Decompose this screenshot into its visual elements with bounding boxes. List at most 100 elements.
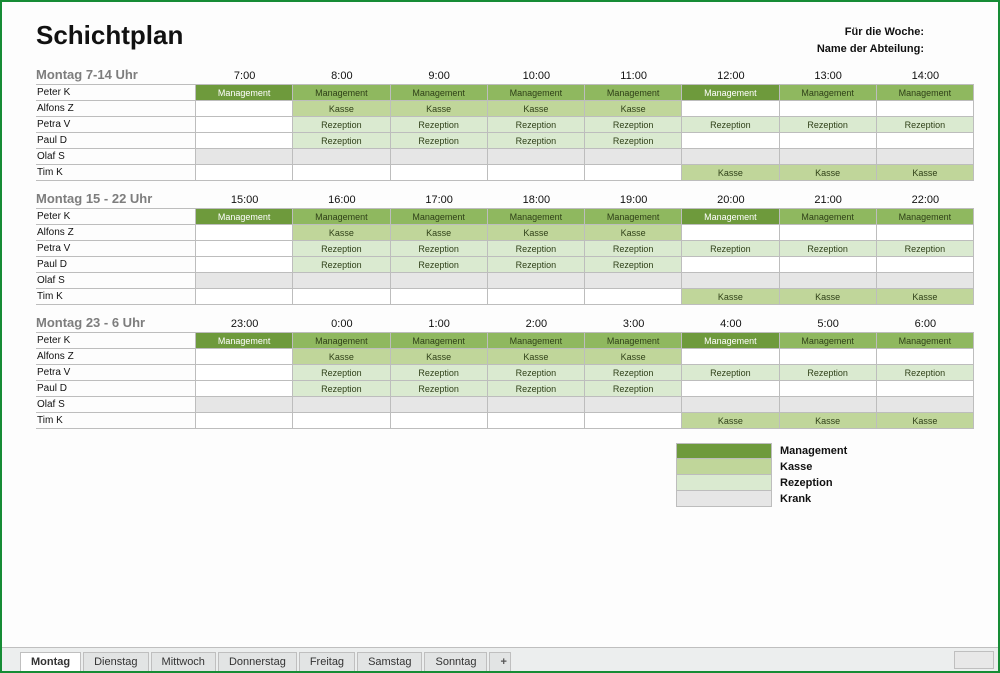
horizontal-scroll[interactable] (954, 651, 994, 669)
shift-cell[interactable]: Rezeption (877, 365, 974, 381)
shift-cell[interactable] (780, 273, 877, 289)
shift-cell[interactable] (488, 289, 585, 305)
shift-cell[interactable]: Kasse (780, 289, 877, 305)
shift-cell[interactable]: Management (488, 333, 585, 349)
sheet-tab-dienstag[interactable]: Dienstag (83, 652, 148, 671)
shift-cell[interactable] (780, 133, 877, 149)
sheet-tab-samstag[interactable]: Samstag (357, 652, 422, 671)
shift-cell[interactable] (877, 225, 974, 241)
shift-cell[interactable]: Management (196, 209, 293, 225)
shift-cell[interactable]: Kasse (293, 225, 390, 241)
shift-cell[interactable]: Rezeption (585, 381, 682, 397)
shift-cell[interactable]: Management (293, 333, 390, 349)
shift-cell[interactable]: Kasse (585, 101, 682, 117)
shift-cell[interactable]: Rezeption (391, 381, 488, 397)
shift-cell[interactable]: Kasse (877, 165, 974, 181)
shift-cell[interactable] (682, 381, 779, 397)
shift-cell[interactable]: Kasse (293, 101, 390, 117)
shift-cell[interactable] (196, 149, 293, 165)
shift-cell[interactable]: Management (196, 333, 293, 349)
shift-cell[interactable] (682, 149, 779, 165)
shift-cell[interactable] (196, 101, 293, 117)
shift-cell[interactable]: Management (682, 85, 779, 101)
shift-cell[interactable] (196, 241, 293, 257)
shift-cell[interactable] (196, 381, 293, 397)
shift-cell[interactable] (780, 381, 877, 397)
shift-cell[interactable]: Kasse (391, 225, 488, 241)
shift-cell[interactable] (196, 289, 293, 305)
shift-cell[interactable] (682, 257, 779, 273)
shift-cell[interactable] (682, 101, 779, 117)
shift-cell[interactable] (391, 273, 488, 289)
shift-cell[interactable]: Kasse (682, 289, 779, 305)
shift-cell[interactable] (877, 101, 974, 117)
shift-cell[interactable]: Management (780, 85, 877, 101)
shift-cell[interactable] (780, 397, 877, 413)
shift-cell[interactable]: Management (780, 209, 877, 225)
shift-cell[interactable] (391, 165, 488, 181)
shift-cell[interactable] (293, 273, 390, 289)
shift-cell[interactable]: Kasse (293, 349, 390, 365)
shift-cell[interactable]: Management (585, 209, 682, 225)
shift-cell[interactable] (196, 165, 293, 181)
shift-cell[interactable]: Rezeption (682, 241, 779, 257)
shift-cell[interactable]: Management (391, 85, 488, 101)
shift-cell[interactable]: Rezeption (488, 241, 585, 257)
shift-cell[interactable]: Rezeption (293, 241, 390, 257)
shift-cell[interactable]: Kasse (391, 101, 488, 117)
shift-cell[interactable]: Management (293, 209, 390, 225)
shift-cell[interactable]: Management (585, 85, 682, 101)
shift-cell[interactable] (877, 381, 974, 397)
shift-cell[interactable] (585, 289, 682, 305)
shift-cell[interactable] (196, 365, 293, 381)
shift-cell[interactable]: Kasse (877, 413, 974, 429)
shift-cell[interactable] (780, 101, 877, 117)
sheet-tab-mittwoch[interactable]: Mittwoch (151, 652, 216, 671)
shift-cell[interactable] (196, 349, 293, 365)
shift-cell[interactable]: Management (196, 85, 293, 101)
shift-cell[interactable]: Rezeption (488, 133, 585, 149)
shift-cell[interactable]: Rezeption (682, 117, 779, 133)
shift-cell[interactable]: Management (488, 85, 585, 101)
shift-cell[interactable] (877, 349, 974, 365)
shift-cell[interactable]: Rezeption (391, 257, 488, 273)
shift-cell[interactable]: Management (780, 333, 877, 349)
shift-cell[interactable] (877, 257, 974, 273)
shift-cell[interactable]: Rezeption (682, 365, 779, 381)
shift-cell[interactable] (196, 397, 293, 413)
shift-cell[interactable] (196, 225, 293, 241)
shift-cell[interactable]: Kasse (585, 225, 682, 241)
shift-cell[interactable] (682, 133, 779, 149)
shift-cell[interactable]: Rezeption (293, 117, 390, 133)
shift-cell[interactable]: Rezeption (293, 257, 390, 273)
shift-cell[interactable]: Rezeption (780, 241, 877, 257)
shift-cell[interactable] (780, 349, 877, 365)
shift-cell[interactable]: Management (391, 333, 488, 349)
shift-cell[interactable] (585, 397, 682, 413)
shift-cell[interactable] (877, 273, 974, 289)
shift-cell[interactable] (682, 273, 779, 289)
shift-cell[interactable] (391, 397, 488, 413)
shift-cell[interactable] (780, 257, 877, 273)
shift-cell[interactable] (877, 133, 974, 149)
shift-cell[interactable]: Management (391, 209, 488, 225)
shift-cell[interactable]: Rezeption (293, 133, 390, 149)
shift-cell[interactable]: Kasse (780, 165, 877, 181)
shift-cell[interactable] (780, 149, 877, 165)
shift-cell[interactable] (391, 413, 488, 429)
shift-cell[interactable] (682, 397, 779, 413)
sheet-tab-montag[interactable]: Montag (20, 652, 81, 671)
shift-cell[interactable] (196, 257, 293, 273)
shift-cell[interactable] (196, 117, 293, 133)
shift-cell[interactable] (293, 397, 390, 413)
shift-cell[interactable] (488, 413, 585, 429)
shift-cell[interactable] (488, 149, 585, 165)
shift-cell[interactable] (391, 289, 488, 305)
shift-cell[interactable] (391, 149, 488, 165)
shift-cell[interactable] (877, 397, 974, 413)
shift-cell[interactable] (293, 149, 390, 165)
shift-cell[interactable]: Rezeption (488, 117, 585, 133)
shift-cell[interactable]: Rezeption (488, 365, 585, 381)
shift-cell[interactable]: Kasse (488, 225, 585, 241)
shift-cell[interactable]: Management (877, 333, 974, 349)
